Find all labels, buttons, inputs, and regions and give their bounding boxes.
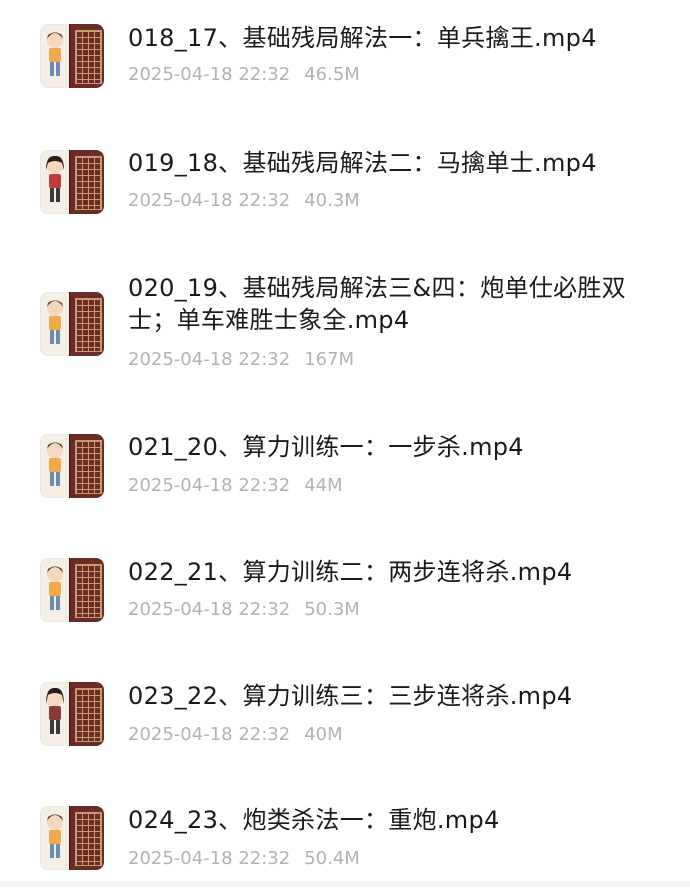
file-meta: 2025-04-18 22:32 50.4M [128,848,360,870]
chess-board-icon [69,150,104,214]
file-meta: 2025-04-18 22:32 44M [128,475,343,497]
video-thumbnail [40,682,104,746]
file-name: 024_23、炮类杀法一：重炮.mp4 [128,806,500,834]
file-name: 023_22、算力训练三：三步连将杀.mp4 [128,682,573,710]
file-size: 40.3M [304,190,360,211]
bottom-divider [0,881,690,887]
file-name: 022_21、算力训练二：两步连将杀.mp4 [128,558,573,586]
chess-board-icon [69,806,104,870]
file-size: 44M [304,475,343,496]
file-meta: 2025-04-18 22:32 167M [128,349,354,371]
file-date: 2025-04-18 22:32 [128,190,291,211]
file-size: 46.5M [304,64,360,85]
file-name: 021_20、算力训练一：一步杀.mp4 [128,433,524,461]
cartoon-child-icon [46,687,64,734]
video-thumbnail [40,806,104,870]
file-date: 2025-04-18 22:32 [128,724,291,745]
file-item[interactable]: 022_21、算力训练二：两步连将杀.mp4 2025-04-18 22:32 5… [0,534,690,644]
file-size: 50.3M [304,599,360,620]
video-thumbnail [40,292,104,356]
chess-board-icon [69,682,104,746]
file-size: 50.4M [304,848,360,869]
file-item[interactable]: 024_23、炮类杀法一：重炮.mp4 2025-04-18 22:32 50.4… [0,782,690,892]
file-date: 2025-04-18 22:32 [128,475,291,496]
chess-board-icon [69,24,104,88]
file-meta: 2025-04-18 22:32 46.5M [128,64,360,86]
file-date: 2025-04-18 22:32 [128,349,291,370]
cartoon-child-icon [47,814,63,858]
file-date: 2025-04-18 22:32 [128,848,291,869]
chess-board-icon [69,434,104,498]
video-thumbnail [40,434,104,498]
file-date: 2025-04-18 22:32 [128,64,291,85]
file-item[interactable]: 020_19、基础残局解法三&四：炮单仕必胜双士；单车难胜士象全.mp4 202… [0,266,690,396]
file-item[interactable]: 018_17、基础残局解法一：单兵擒王.mp4 2025-04-18 22:32… [0,0,690,110]
cartoon-child-icon [47,32,63,76]
video-thumbnail [40,558,104,622]
file-name: 020_19、基础残局解法三&四：炮单仕必胜双士；单车难胜士象全.mp4 [128,274,626,334]
video-thumbnail [40,24,104,88]
chess-board-icon [69,292,104,356]
file-meta: 2025-04-18 22:32 50.3M [128,599,360,621]
chess-board-icon [69,558,104,622]
file-item[interactable]: 021_20、算力训练一：一步杀.mp4 2025-04-18 22:32 44M [0,410,690,520]
cartoon-child-icon [47,300,63,344]
file-meta: 2025-04-18 22:32 40M [128,724,343,746]
file-name: 019_18、基础残局解法二：马擒单士.mp4 [128,149,597,177]
file-list: 018_17、基础残局解法一：单兵擒王.mp4 2025-04-18 22:32… [0,0,690,887]
file-date: 2025-04-18 22:32 [128,599,291,620]
file-name: 018_17、基础残局解法一：单兵擒王.mp4 [128,24,597,52]
cartoon-child-icon [47,442,63,486]
file-size: 167M [304,349,355,370]
video-thumbnail [40,150,104,214]
file-size: 40M [304,724,343,745]
file-item[interactable]: 019_18、基础残局解法二：马擒单士.mp4 2025-04-18 22:32… [0,124,690,234]
file-meta: 2025-04-18 22:32 40.3M [128,190,360,212]
file-item[interactable]: 023_22、算力训练三：三步连将杀.mp4 2025-04-18 22:32 4… [0,658,690,768]
cartoon-child-icon [47,566,63,610]
cartoon-child-icon [46,155,64,202]
